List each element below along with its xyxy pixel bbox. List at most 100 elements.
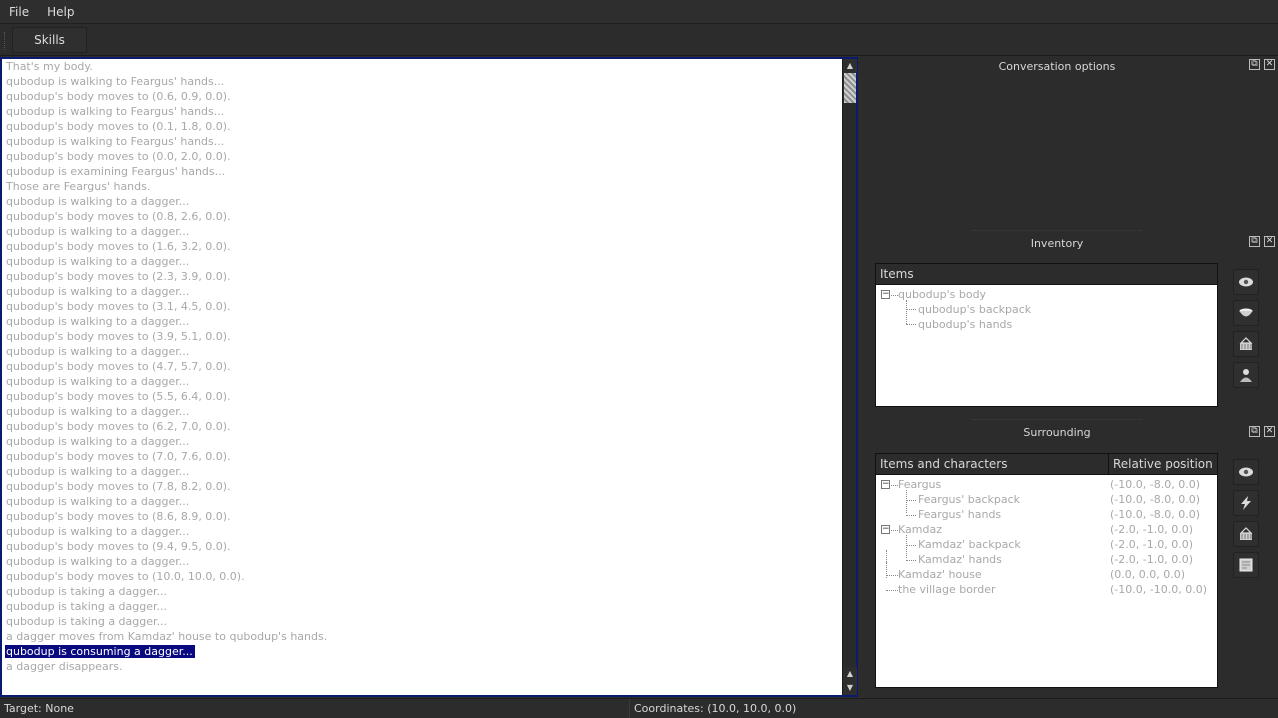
surrounding-item-name[interactable]: Kamdaz' hands xyxy=(918,552,1002,567)
lightning-icon[interactable] xyxy=(1233,490,1259,516)
float-icon[interactable]: ⧉ xyxy=(1249,426,1260,437)
log-line-text: qubodup is walking to a dagger... xyxy=(6,495,190,508)
log-line[interactable]: qubodup's body moves to (0.0, 2.0, 0.0). xyxy=(6,149,842,164)
surrounding-item-name[interactable]: the village border xyxy=(898,582,996,597)
log-line[interactable]: qubodup's body moves to (1.6, 3.2, 0.0). xyxy=(6,239,842,254)
log-line[interactable]: Those are Feargus' hands. xyxy=(6,179,842,194)
message-log[interactable]: That's my body. qubodup is walking to Fea… xyxy=(0,57,858,697)
surrounding-item-name[interactable]: Kamdaz xyxy=(898,522,942,537)
log-line[interactable]: a dagger disappears. xyxy=(6,659,842,674)
float-icon[interactable]: ⧉ xyxy=(1249,236,1260,247)
menu-file[interactable]: File xyxy=(0,0,38,24)
log-line-text: qubodup's body moves to (3.9, 5.1, 0.0). xyxy=(6,330,231,343)
surrounding-header-items[interactable]: Items and characters xyxy=(876,454,1108,475)
log-line[interactable]: qubodup's body moves to (10.0, 10.0, 0.0… xyxy=(6,569,842,584)
log-line[interactable]: qubodup is walking to a dagger... xyxy=(6,494,842,509)
collapse-icon[interactable]: − xyxy=(881,525,890,534)
surrounding-item-name[interactable]: Feargus xyxy=(898,477,941,492)
close-icon[interactable]: ✕ xyxy=(1264,426,1275,437)
tree-line xyxy=(906,309,916,310)
surrounding-item-position: (-10.0, -10.0, 0.0) xyxy=(1110,583,1207,596)
log-scrollbar[interactable]: ▲ ▲ ▼ xyxy=(842,59,857,695)
scroll-up-arrow-icon[interactable]: ▲ xyxy=(843,667,857,681)
log-line[interactable]: That's my body. xyxy=(6,59,842,74)
log-line[interactable]: qubodup is taking a dagger... xyxy=(6,599,842,614)
scroll-down-arrow-icon[interactable]: ▼ xyxy=(843,681,857,695)
log-line-selected[interactable]: qubodup is consuming a dagger... xyxy=(5,644,842,659)
surrounding-item-name[interactable]: Feargus' hands xyxy=(918,507,1001,522)
log-line[interactable]: qubodup is walking to a dagger... xyxy=(6,524,842,539)
log-line[interactable]: qubodup is walking to a dagger... xyxy=(6,434,842,449)
log-line-text: qubodup's body moves to (0.8, 2.6, 0.0). xyxy=(6,210,231,223)
log-line[interactable]: qubodup's body moves to (2.3, 3.9, 0.0). xyxy=(6,269,842,284)
menu-help[interactable]: Help xyxy=(38,0,83,24)
log-line[interactable]: qubodup is walking to Feargus' hands... xyxy=(6,104,842,119)
log-line[interactable]: qubodup's body moves to (3.9, 5.1, 0.0). xyxy=(6,329,842,344)
inventory-header[interactable]: Items xyxy=(876,264,1217,285)
surrounding-item-name[interactable]: Kamdaz' house xyxy=(898,567,982,582)
log-line[interactable]: qubodup is walking to a dagger... xyxy=(6,224,842,239)
log-line-text: qubodup is examining Feargus' hands... xyxy=(6,165,226,178)
status-target: Target: None xyxy=(4,702,74,715)
surrounding-item-name[interactable]: Feargus' backpack xyxy=(918,492,1020,507)
basket-icon[interactable] xyxy=(1233,331,1259,357)
log-line[interactable]: qubodup's body moves to (0.8, 2.6, 0.0). xyxy=(6,209,842,224)
tree-line xyxy=(886,550,887,562)
log-line[interactable]: qubodup is walking to a dagger... xyxy=(6,194,842,209)
log-line[interactable]: qubodup is walking to a dagger... xyxy=(6,254,842,269)
log-line[interactable]: qubodup's body moves to (7.8, 8.2, 0.0). xyxy=(6,479,842,494)
log-line[interactable]: qubodup is walking to Feargus' hands... xyxy=(6,74,842,89)
close-icon[interactable]: ✕ xyxy=(1264,59,1275,70)
log-line-text: qubodup is walking to a dagger... xyxy=(6,345,190,358)
log-line[interactable]: qubodup's body moves to (7.0, 7.6, 0.0). xyxy=(6,449,842,464)
surrounding-tree[interactable]: Items and characters Relative position −… xyxy=(875,453,1218,688)
log-line[interactable]: qubodup is walking to a dagger... xyxy=(6,464,842,479)
scroll-up-arrow-icon[interactable]: ▲ xyxy=(843,59,857,73)
bowl-icon[interactable] xyxy=(1233,300,1259,326)
log-line[interactable]: qubodup's body moves to (0.6, 0.9, 0.0). xyxy=(6,89,842,104)
tree-item-child[interactable]: qubodup's hands xyxy=(918,317,1012,332)
collapse-icon[interactable]: − xyxy=(881,480,890,489)
skills-button[interactable]: Skills xyxy=(12,27,87,53)
tree-line xyxy=(906,490,907,513)
map-icon[interactable] xyxy=(1233,552,1259,578)
log-line-text: qubodup's body moves to (7.8, 8.2, 0.0). xyxy=(6,480,231,493)
inventory-tree[interactable]: Items − qubodup's body qubodup's backpac… xyxy=(875,263,1218,407)
surrounding-header-position[interactable]: Relative position xyxy=(1108,454,1217,475)
tree-item-root[interactable]: qubodup's body xyxy=(898,287,986,302)
log-line[interactable]: qubodup's body moves to (8.6, 8.9, 0.0). xyxy=(6,509,842,524)
log-line[interactable]: qubodup is walking to a dagger... xyxy=(6,344,842,359)
person-icon[interactable] xyxy=(1233,362,1259,388)
close-icon[interactable]: ✕ xyxy=(1264,236,1275,247)
basket-icon[interactable] xyxy=(1233,521,1259,547)
log-line[interactable]: qubodup's body moves to (4.7, 5.7, 0.0). xyxy=(6,359,842,374)
log-line[interactable]: qubodup is taking a dagger... xyxy=(6,584,842,599)
log-line[interactable]: qubodup is walking to a dagger... xyxy=(6,404,842,419)
log-line[interactable]: qubodup's body moves to (3.1, 4.5, 0.0). xyxy=(6,299,842,314)
collapse-icon[interactable]: − xyxy=(881,290,890,299)
log-line[interactable]: qubodup's body moves to (6.2, 7.0, 0.0). xyxy=(6,419,842,434)
log-line-text: qubodup's body moves to (6.2, 7.0, 0.0). xyxy=(6,420,231,433)
toolbar-grip[interactable] xyxy=(4,32,6,50)
log-line-text: qubodup's body moves to (9.4, 9.5, 0.0). xyxy=(6,540,231,553)
log-line[interactable]: a dagger moves from Kamdaz' house to qub… xyxy=(6,629,842,644)
log-line[interactable]: qubodup is walking to a dagger... xyxy=(6,284,842,299)
scroll-thumb[interactable] xyxy=(844,73,856,103)
log-line[interactable]: qubodup is examining Feargus' hands... xyxy=(6,164,842,179)
log-line[interactable]: qubodup is walking to a dagger... xyxy=(6,314,842,329)
eye-icon[interactable] xyxy=(1233,269,1259,295)
log-line[interactable]: qubodup is walking to a dagger... xyxy=(6,374,842,389)
log-line[interactable]: qubodup's body moves to (9.4, 9.5, 0.0). xyxy=(6,539,842,554)
tree-line xyxy=(906,324,916,325)
log-line[interactable]: qubodup's body moves to (5.5, 6.4, 0.0). xyxy=(6,389,842,404)
tree-item-child[interactable]: qubodup's backpack xyxy=(918,302,1031,317)
surrounding-item-name[interactable]: Kamdaz' backpack xyxy=(918,537,1021,552)
surrounding-item-position: (0.0, 0.0, 0.0) xyxy=(1110,568,1186,581)
log-line[interactable]: qubodup is walking to a dagger... xyxy=(6,554,842,569)
eye-icon[interactable] xyxy=(1233,459,1259,485)
log-line-text: a dagger moves from Kamdaz' house to qub… xyxy=(6,630,328,643)
log-line[interactable]: qubodup is walking to Feargus' hands... xyxy=(6,134,842,149)
log-line[interactable]: qubodup is taking a dagger... xyxy=(6,614,842,629)
float-icon[interactable]: ⧉ xyxy=(1249,59,1260,70)
log-line[interactable]: qubodup's body moves to (0.1, 1.8, 0.0). xyxy=(6,119,842,134)
